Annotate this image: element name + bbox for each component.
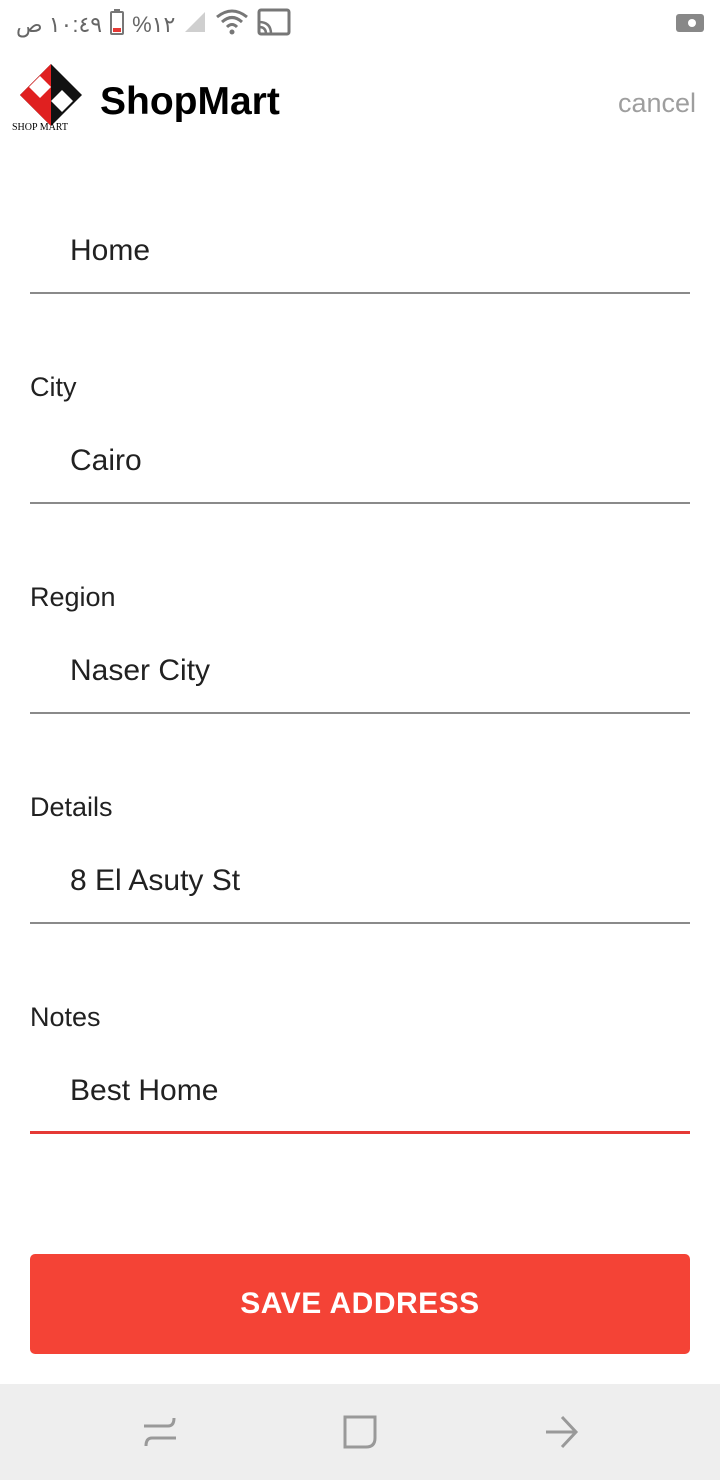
region-value[interactable]: Naser City: [70, 654, 210, 688]
address-name-value[interactable]: Home: [70, 234, 150, 268]
notes-underline: [30, 1131, 690, 1134]
details-underline: [30, 922, 690, 924]
address-name-field[interactable]: Home: [30, 230, 690, 300]
city-value[interactable]: Cairo: [70, 444, 142, 478]
details-label: Details: [30, 792, 113, 822]
video-record-icon: [676, 12, 704, 39]
cast-icon: [257, 8, 291, 42]
region-field[interactable]: Region Naser City: [30, 582, 690, 722]
city-label: City: [30, 372, 77, 402]
save-address-button[interactable]: SAVE ADDRESS: [30, 1254, 690, 1354]
address-name-underline: [30, 292, 690, 294]
notes-field[interactable]: Notes Best Home: [30, 1002, 690, 1142]
status-bar: ١٠:٤٩ ص %١٢: [0, 0, 720, 50]
cancel-button[interactable]: cancel: [618, 88, 696, 119]
signal-icon: [183, 10, 207, 40]
details-field[interactable]: Details 8 El Asuty St: [30, 792, 690, 932]
city-underline: [30, 502, 690, 504]
region-label: Region: [30, 582, 116, 612]
recent-apps-icon[interactable]: [140, 1412, 180, 1452]
details-value[interactable]: 8 El Asuty St: [70, 864, 240, 898]
notes-label: Notes: [30, 1002, 101, 1032]
wifi-icon: [215, 8, 249, 42]
city-field[interactable]: City Cairo: [30, 372, 690, 512]
status-left: ١٠:٤٩ ص %١٢: [16, 8, 291, 42]
battery-percent: %١٢: [132, 12, 176, 37]
system-nav-bar: [0, 1384, 720, 1480]
app-header: SHOP MART ShopMart cancel: [0, 54, 720, 150]
app-title: ShopMart: [100, 80, 280, 123]
notes-value[interactable]: Best Home: [70, 1074, 218, 1108]
battery-icon: [110, 9, 125, 41]
status-time: ١٠:٤٩ ص: [16, 12, 103, 37]
logo-caption: SHOP MART: [12, 122, 68, 133]
region-underline: [30, 712, 690, 714]
back-icon[interactable]: [542, 1412, 582, 1452]
home-icon[interactable]: [340, 1412, 380, 1452]
